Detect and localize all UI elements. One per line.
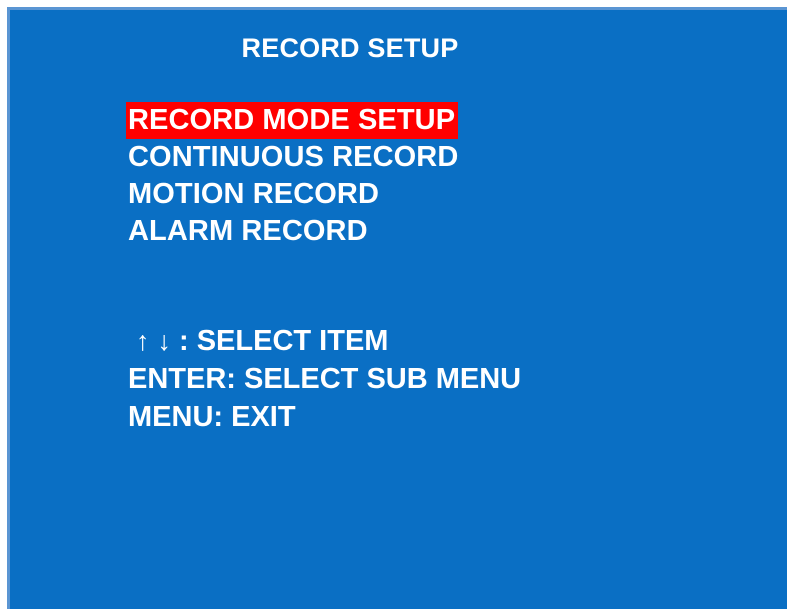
help-select-item: ↑ ↓: SELECT ITEM bbox=[128, 322, 648, 360]
up-arrow-icon: ↑ bbox=[136, 326, 150, 356]
page-title: RECORD SETUP bbox=[241, 33, 459, 63]
help-menu-exit: MENU: EXIT bbox=[128, 401, 296, 433]
menu-item-continuous-record[interactable]: CONTINUOUS RECORD bbox=[126, 139, 461, 176]
select-item-label: : SELECT ITEM bbox=[179, 325, 389, 357]
menu-item-motion-record[interactable]: MOTION RECORD bbox=[126, 176, 382, 213]
down-arrow-icon: ↓ bbox=[157, 326, 172, 356]
help-text: ↑ ↓: SELECT ITEM ENTER: SELECT SUB MENU M… bbox=[128, 322, 648, 436]
menu-item-record-mode-setup[interactable]: RECORD MODE SETUP bbox=[126, 102, 459, 139]
record-setup-screen: RECORD SETUP RECORD MODE SETUP CONTINUOU… bbox=[7, 7, 787, 609]
help-enter: ENTER: SELECT SUB MENU bbox=[128, 363, 522, 395]
menu-item-alarm-record[interactable]: ALARM RECORD bbox=[126, 213, 371, 250]
record-setup-menu: RECORD MODE SETUP CONTINUOUS RECORD MOTI… bbox=[126, 102, 626, 250]
